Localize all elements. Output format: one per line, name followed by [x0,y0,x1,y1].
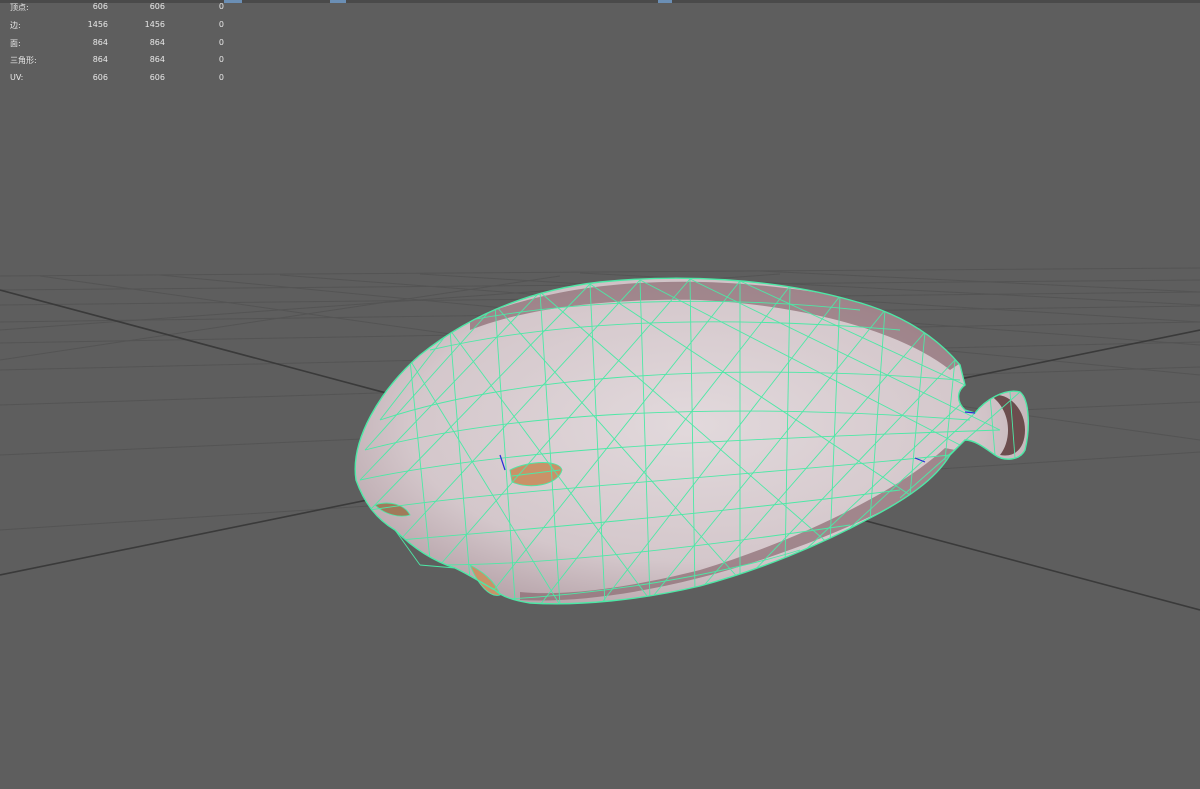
hud-label: UV: [10,73,24,82]
hud-row-edges: 边: 1456 1456 0 [0,20,240,34]
3d-viewport[interactable]: 顶点: 606 606 0 边: 1456 1456 0 面: 864 864 … [0,0,1200,789]
hud-value: 864 [92,38,108,47]
hud-label: 面: [10,39,21,48]
hud-value: 606 [92,2,108,11]
hud-label: 边: [10,21,21,30]
hud-label: 顶点: [10,3,29,12]
hud-row-faces: 面: 864 864 0 [0,38,240,52]
hud-value: 0 [218,55,224,64]
hud-value: 606 [149,2,165,11]
hud-value: 0 [218,2,224,11]
hud-value: 0 [218,38,224,47]
hud-value: 606 [92,73,108,82]
hud-value: 1456 [87,20,108,29]
hud-value: 864 [149,38,165,47]
hud-row-uvs: UV: 606 606 0 [0,73,240,87]
viewport-scene[interactable] [0,0,1200,789]
hud-value: 0 [218,73,224,82]
hud-value: 0 [218,20,224,29]
hud-value: 1456 [144,20,165,29]
hud-value: 864 [149,55,165,64]
hud-row-triangles: 三角形: 864 864 0 [0,55,240,69]
hud-value: 864 [92,55,108,64]
hud-row-vertices: 顶点: 606 606 0 [0,2,240,16]
hud-value: 606 [149,73,165,82]
hud-label: 三角形: [10,56,37,65]
